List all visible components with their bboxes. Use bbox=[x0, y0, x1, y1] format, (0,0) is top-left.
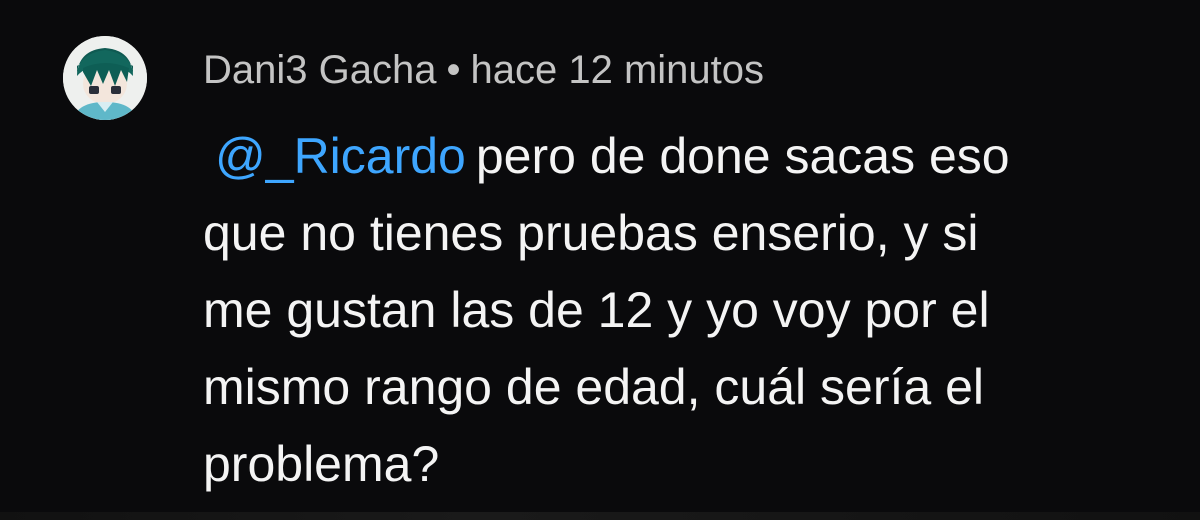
comment-line: problema? bbox=[203, 436, 440, 492]
user-avatar-icon bbox=[63, 36, 147, 120]
mention-link[interactable]: @_Ricardo bbox=[215, 128, 466, 184]
bottom-divider bbox=[0, 512, 1200, 520]
comment-text: pero de done sacas eso bbox=[475, 128, 1010, 184]
comment-line: @_Ricardo pero de done sacas eso bbox=[203, 118, 1183, 195]
meta-separator: • bbox=[446, 48, 461, 92]
comment-line: me gustan las de 12 y yo voy por el bbox=[203, 282, 990, 338]
comment-body: @_Ricardo pero de done sacas eso que no t… bbox=[203, 118, 1183, 503]
comment-card: Dani3 Gacha • hace 12 minutos @_Ricardo per… bbox=[0, 0, 1200, 520]
author-name[interactable]: Dani3 Gacha bbox=[203, 48, 436, 92]
timestamp: hace 12 minutos bbox=[470, 48, 765, 92]
comment-line: que no tienes pruebas enserio, y si bbox=[203, 205, 979, 261]
avatar[interactable] bbox=[63, 36, 147, 120]
comment-meta: Dani3 Gacha • hace 12 minutos bbox=[203, 42, 764, 98]
comment-line: mismo rango de edad, cuál sería el bbox=[203, 359, 984, 415]
